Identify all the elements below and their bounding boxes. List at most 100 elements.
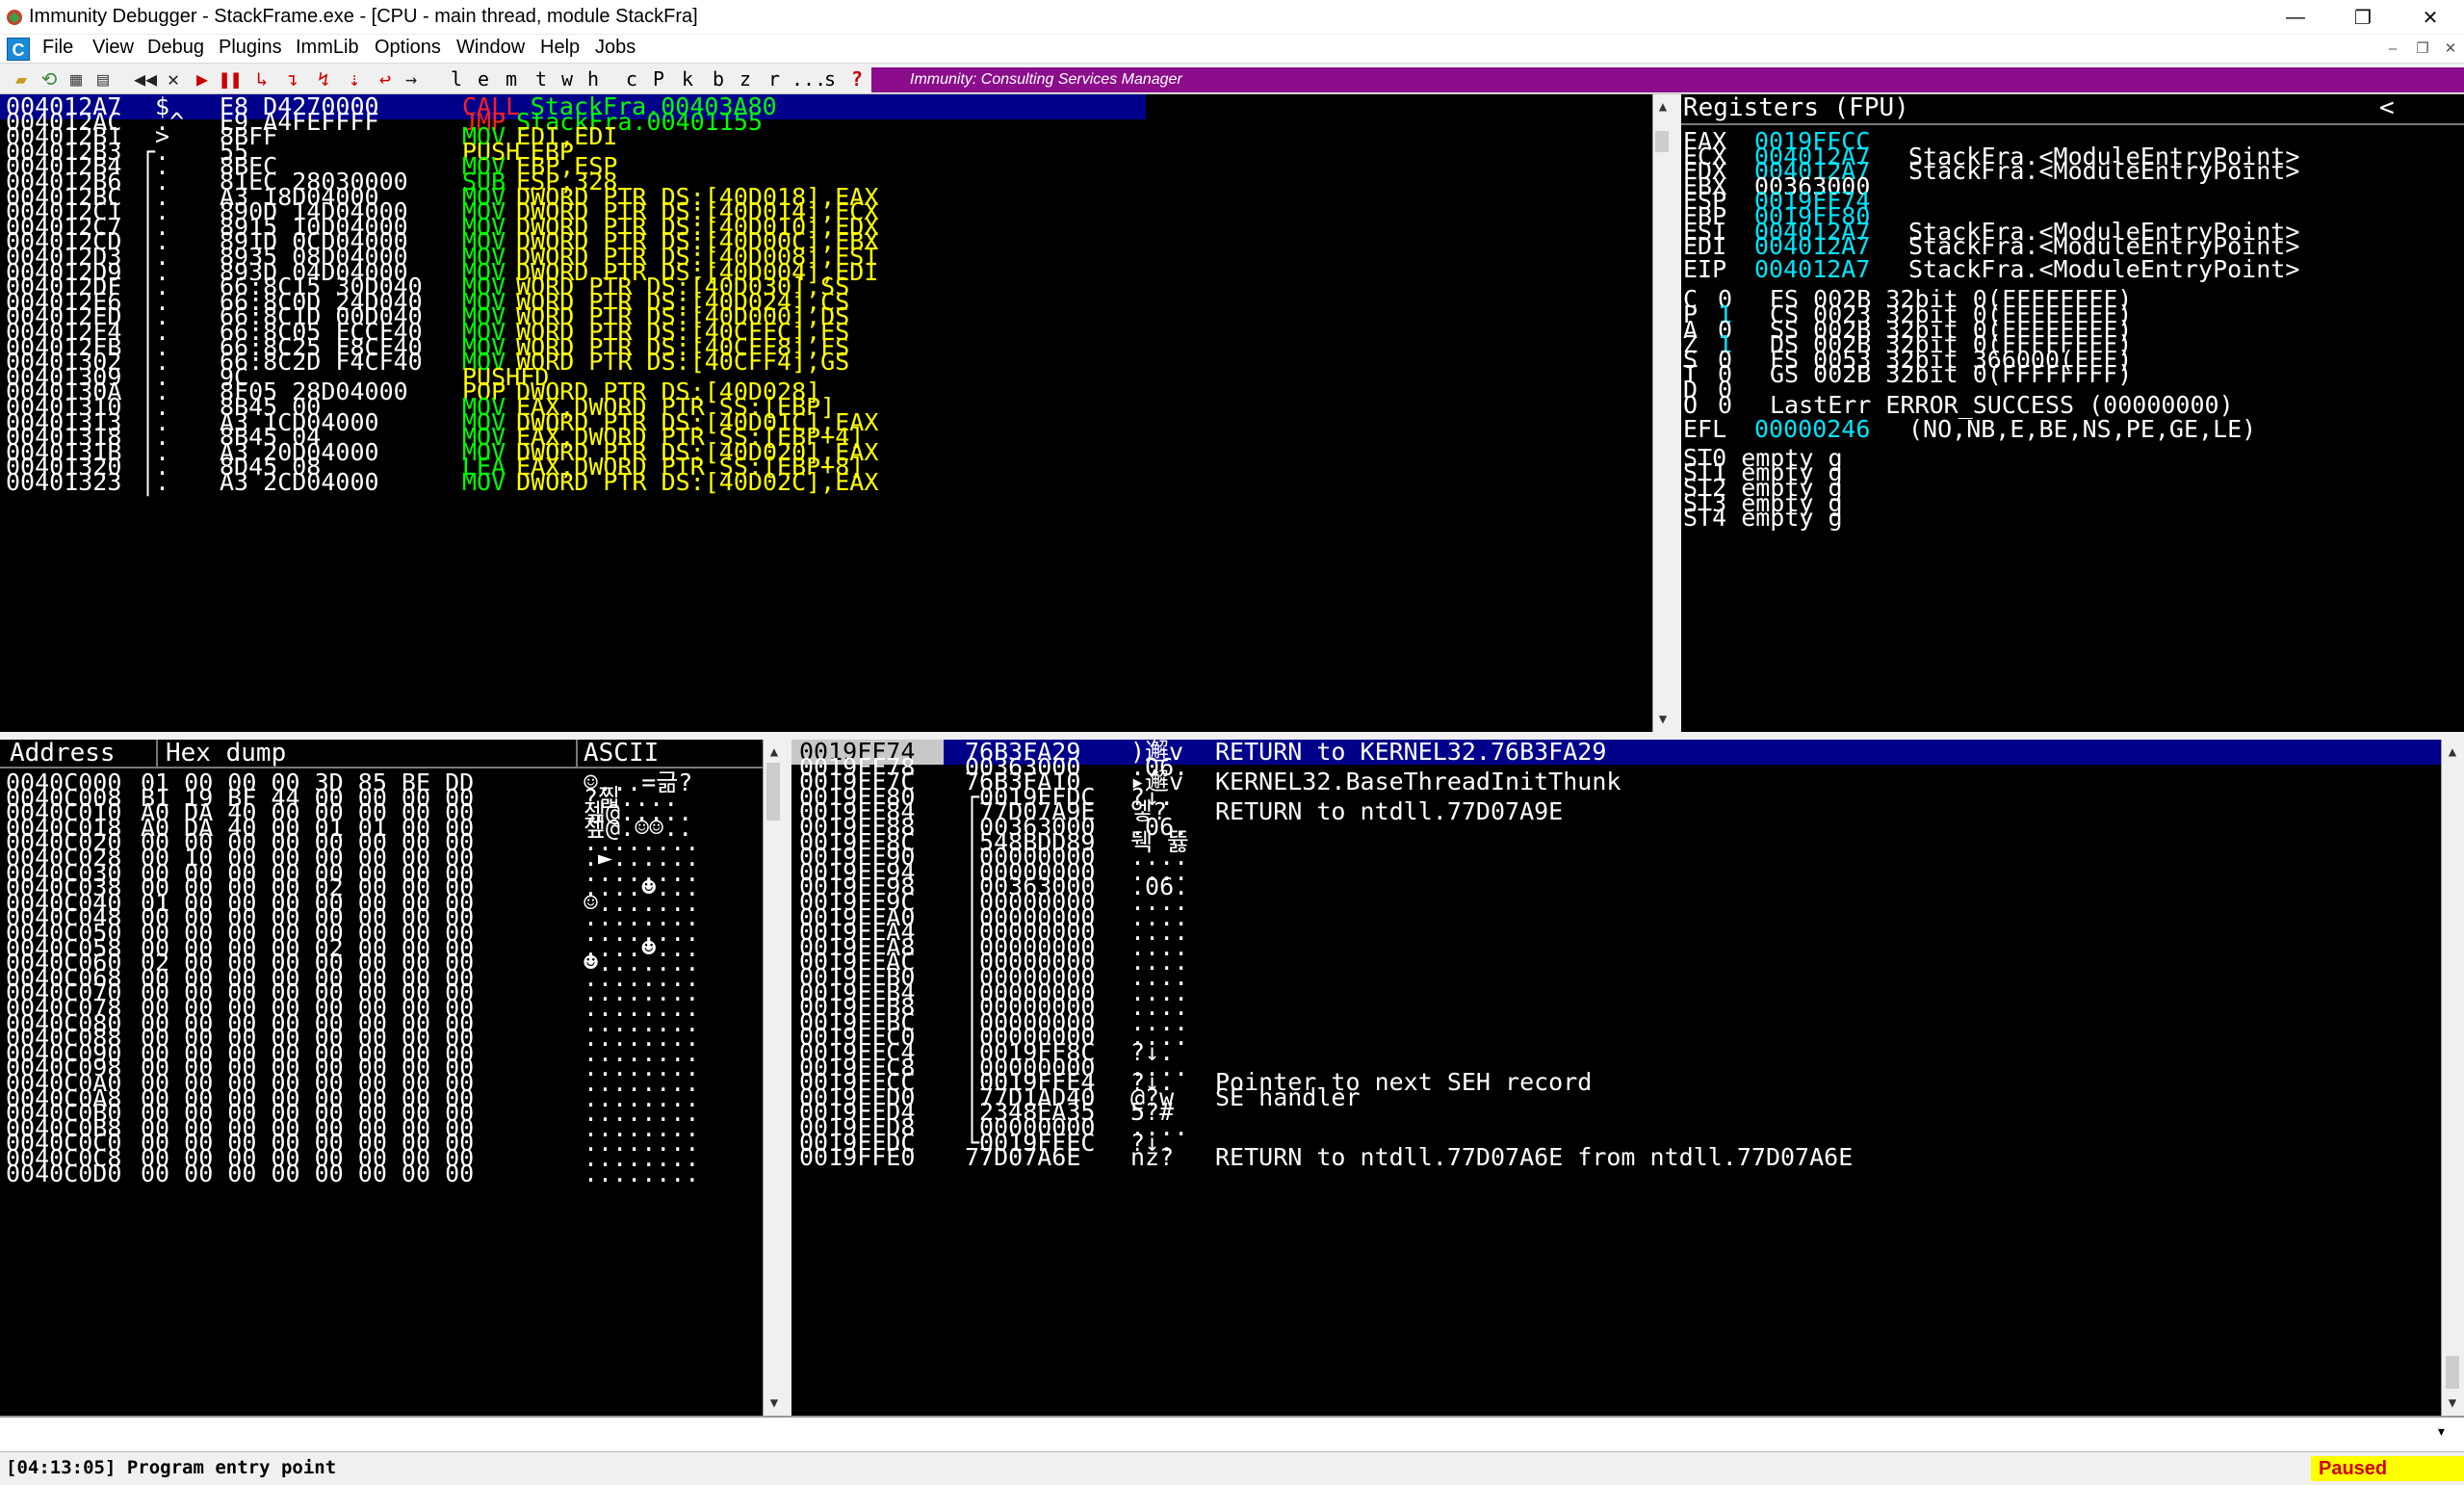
menu-view[interactable]: View [92, 37, 134, 59]
register-value: 004012A7 [1754, 254, 1871, 283]
app-icon [7, 10, 22, 25]
register-value: 00000246 [1754, 415, 1871, 444]
disassembly-scrollbar[interactable]: ▲ ▼ [1652, 94, 1672, 732]
dump-ascii: ........ [584, 1159, 700, 1187]
menu-bar: C File View Debug Plugins ImmLib Options… [0, 35, 2464, 64]
menu-debug[interactable]: Debug [147, 37, 204, 59]
toolbar-letter-t[interactable]: t [533, 66, 549, 91]
toolbar-letter-c[interactable]: c [624, 66, 639, 91]
toolbar-letter-m[interactable]: m [503, 66, 520, 91]
segment-info: LastErr ERROR_SUCCESS (00000000) [1770, 390, 2234, 419]
command-input[interactable] [4, 1421, 2430, 1448]
registers-header: Registers (FPU) < [1681, 94, 2464, 125]
flag-value: 0 [1718, 390, 1733, 419]
step-into-icon[interactable]: ↳ [248, 66, 275, 91]
rewind-icon[interactable]: ◀◀ [133, 66, 158, 91]
status-bar: [04:13:05] Program entry point Paused [0, 1452, 2464, 1485]
dump-row[interactable]: 0040C0D0 00 00 00 00 00 00 00 00........ [0, 1161, 763, 1186]
status-message: [04:13:05] Program entry point [6, 1457, 337, 1478]
toolbar-letter-P[interactable]: P [651, 66, 666, 91]
stack-pane[interactable]: 0019FF74 76B3FA29)邂v RETURN to KERNEL32.76… [791, 740, 2441, 1416]
menu-jobs[interactable]: Jobs [595, 37, 635, 59]
run-icon[interactable]: ▶ [191, 66, 214, 91]
dump-scroll-thumb[interactable] [766, 763, 780, 821]
register-name: EFL [1683, 415, 1727, 444]
pane-splitter-horizontal[interactable] [0, 732, 2464, 740]
menu-file[interactable]: File [42, 37, 73, 59]
step-over-icon[interactable]: ↴ [279, 66, 306, 91]
scroll-thumb[interactable] [1655, 131, 1669, 152]
menu-immlib[interactable]: ImmLib [296, 37, 359, 59]
toolbar-letter-h[interactable]: h [585, 66, 601, 91]
toolbar-letter-k[interactable]: k [680, 66, 695, 91]
trace-over-icon[interactable]: ⇣ [341, 66, 368, 91]
disasm-row[interactable]: 00401323 │. A3 2CD04000 MOV DWORD PTR DS:[40… [0, 470, 1652, 495]
memory-dump-pane[interactable]: Address Hex dump ASCII 0040C000 01 00 00 … [0, 740, 763, 1416]
toolbar-letter-s[interactable]: s [822, 66, 838, 91]
consulting-banner[interactable]: Immunity: Consulting Services Manager [871, 67, 2464, 92]
mdi-restore-button[interactable]: ❐ [2410, 37, 2435, 62]
flag-name: O [1683, 390, 1699, 419]
toolbar-letter-b[interactable]: b [711, 66, 726, 91]
stack-ascii: nz? [1130, 1143, 1175, 1172]
ascii-column-header[interactable]: ASCII [584, 740, 659, 767]
open-icon[interactable]: ▰ [8, 66, 35, 91]
stack-scroll-up-icon[interactable]: ▲ [2440, 740, 2464, 765]
command-dropdown-icon[interactable]: ▾ [2436, 1421, 2447, 1442]
stack-address: 0019FFE0 [799, 1143, 916, 1172]
toolbar-letter-l[interactable]: l [449, 66, 464, 91]
dump-hex: 00 00 00 00 00 00 00 00 [141, 1159, 475, 1187]
pane-splitter-stack[interactable] [784, 740, 791, 1416]
close-button[interactable]: ✕ [2397, 0, 2464, 35]
attach-icon[interactable]: ▤ [91, 66, 116, 91]
stack-scroll-down-icon[interactable]: ▼ [2440, 1391, 2464, 1416]
dump-address: 0040C0D0 [6, 1159, 122, 1187]
register-row[interactable]: EIP 004012A7 StackFra.<ModuleEntryPoint> [1681, 257, 2464, 282]
register-row[interactable]: O 0 LastErr ERROR_SUCCESS (00000000) [1681, 393, 2464, 418]
fpu-register: ST4 empty g [1683, 504, 1843, 533]
trace-into-icon[interactable]: ↯ [310, 66, 337, 91]
toolbar-letter-e[interactable]: e [476, 66, 491, 91]
menu-plugins[interactable]: Plugins [219, 37, 282, 59]
registers-title: Registers (FPU) [1683, 94, 1909, 122]
stack-scrollbar[interactable]: ▲ ▼ [2441, 740, 2464, 1416]
branch-marker: │. [141, 468, 170, 496]
pause-icon[interactable]: ❚❚ [218, 66, 243, 91]
minimize-button[interactable]: — [2262, 0, 2329, 35]
instruction-mnemonic: MOV [462, 468, 506, 496]
execute-till-return-icon[interactable]: ↩ [372, 66, 399, 91]
toolbar-letter-z[interactable]: z [738, 66, 753, 91]
register-row[interactable]: ST4 empty g [1681, 506, 2464, 531]
toolbar-ellipsis[interactable]: ... [791, 66, 826, 91]
flags-decoded: (NO,NB,E,BE,NS,PE,GE,LE) [1908, 415, 2257, 444]
toolbar-letter-w[interactable]: w [558, 66, 576, 91]
help-icon[interactable]: ? [849, 66, 865, 91]
debugger-state-badge: Paused [2311, 1456, 2464, 1481]
collapse-icon[interactable]: < [2379, 94, 2395, 121]
address-column-header[interactable]: Address [10, 740, 116, 767]
title-bar: Immunity Debugger - StackFrame.exe - [CP… [0, 0, 2464, 35]
registers-pane[interactable]: Registers (FPU) < EAX 0019FFCC ECX 004012A7… [1681, 94, 2464, 732]
stack-row[interactable]: 0019FFE0 77D07A6E nz? RETURN to ntdll.77D07… [791, 1145, 2441, 1170]
cpu-window-icon[interactable]: C [7, 38, 30, 61]
register-comment: StackFra.<ModuleEntryPoint> [1908, 254, 2300, 283]
register-row[interactable]: EFL 00000246 (NO,NB,E,BE,NS,PE,GE,LE) [1681, 417, 2464, 442]
register-name: EIP [1683, 254, 1727, 283]
dump-scrollbar[interactable]: ▲ ▼ [763, 740, 784, 1416]
hex-column-header[interactable]: Hex dump [166, 740, 286, 767]
stack-scroll-thumb[interactable] [2446, 1356, 2459, 1389]
restart-icon[interactable]: ⟲ [37, 66, 62, 91]
mdi-minimize-button[interactable]: – [2380, 37, 2405, 62]
disassembly-pane[interactable]: 004012A7 $ E8 D4270000 CALL StackFra.00403A… [0, 94, 1652, 732]
goto-icon[interactable]: → [399, 66, 424, 91]
toolbar-letter-r[interactable]: r [766, 66, 782, 91]
mdi-close-button[interactable]: ✕ [2438, 37, 2463, 62]
close-file-icon[interactable]: ▦ [64, 66, 89, 91]
pane-splitter-vertical[interactable] [1672, 94, 1681, 732]
menu-options[interactable]: Options [375, 37, 441, 59]
menu-window[interactable]: Window [456, 37, 525, 59]
dump-header: Address Hex dump ASCII [0, 740, 763, 769]
stop-icon[interactable]: ✕ [162, 66, 185, 91]
restore-button[interactable]: ❐ [2329, 0, 2397, 35]
menu-help[interactable]: Help [540, 37, 580, 59]
